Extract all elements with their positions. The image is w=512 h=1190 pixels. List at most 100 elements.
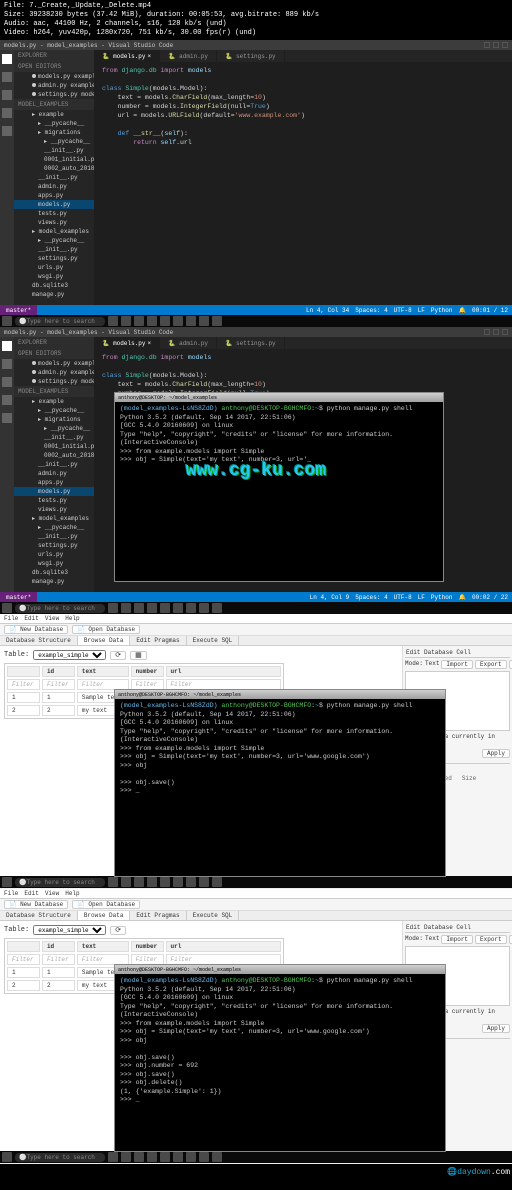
cell[interactable]: 1	[7, 967, 40, 978]
new-record-icon[interactable]: ▦	[130, 651, 147, 660]
close-button[interactable]	[502, 329, 508, 335]
taskbar-app-icon[interactable]	[108, 877, 118, 887]
start-button[interactable]	[2, 316, 12, 326]
explorer-icon[interactable]	[2, 54, 12, 64]
tree-item[interactable]: db.sqlite3	[14, 568, 94, 577]
tree-item[interactable]: ▸ example	[14, 110, 94, 119]
menu-item[interactable]: Edit	[24, 890, 38, 897]
main-tab[interactable]: Execute SQL	[187, 636, 240, 645]
cell[interactable]: 2	[7, 705, 40, 716]
taskbar-app-icon[interactable]	[147, 603, 157, 613]
taskbar-search[interactable]: ⚪ Type here to search	[15, 878, 105, 887]
git-branch[interactable]: master*	[0, 305, 37, 315]
search-icon[interactable]	[2, 72, 12, 82]
debug-icon[interactable]	[2, 395, 12, 405]
tree-item[interactable]: ▸ __pycache__	[14, 119, 94, 128]
tree-item[interactable]: models.py	[14, 487, 94, 496]
terminal-body[interactable]: (model_examples-LsNS8ZdD) anthony@DESKTO…	[115, 974, 445, 1108]
window-titlebar[interactable]: models.py - model_examples - Visual Stud…	[0, 40, 512, 50]
main-tab[interactable]: Edit Pragmas	[130, 636, 186, 645]
language-indicator[interactable]: Python	[431, 307, 453, 314]
taskbar-app-icon[interactable]	[199, 316, 209, 326]
table-select[interactable]: example_simple	[33, 650, 106, 660]
cursor-position[interactable]: Ln 4, Col 9	[310, 594, 350, 601]
task-view-icon[interactable]	[108, 603, 118, 613]
export-button[interactable]: Export	[475, 935, 507, 944]
toolbar-button[interactable]: 📄 New Database	[4, 625, 68, 634]
minimize-button[interactable]	[484, 329, 490, 335]
terminal-titlebar[interactable]: anthony@DESKTOP-BGHCMFO: ~/model_example…	[115, 965, 445, 974]
search-icon[interactable]	[2, 359, 12, 369]
col-header[interactable]	[7, 666, 40, 677]
filter-input[interactable]: Filter	[42, 679, 75, 690]
tree-item[interactable]: ▸ __pycache__	[14, 424, 94, 433]
filter-input[interactable]: Filter	[7, 679, 40, 690]
terminal-window[interactable]: anthony@DESKTOP-BGHCMFO: ~/model_example…	[114, 964, 446, 1152]
tree-item[interactable]: manage.py	[14, 290, 94, 299]
col-header[interactable]: text	[77, 941, 129, 952]
mode-value[interactable]: Text	[425, 660, 439, 669]
taskbar-app-icon[interactable]	[160, 316, 170, 326]
start-button[interactable]	[2, 1152, 12, 1162]
taskbar-app-icon[interactable]	[134, 877, 144, 887]
tree-item[interactable]: views.py	[14, 505, 94, 514]
tree-item[interactable]: 0002_auto_20180313_1...	[14, 164, 94, 173]
tree-item[interactable]: __init__.py	[14, 460, 94, 469]
editor-tab[interactable]: 🐍 settings.py	[217, 50, 285, 62]
tree-item[interactable]: ▸ migrations	[14, 128, 94, 137]
taskbar-app-icon[interactable]	[173, 316, 183, 326]
language-indicator[interactable]: Python	[431, 594, 453, 601]
tree-item[interactable]: admin.py	[14, 469, 94, 478]
tree-item[interactable]: admin.py	[14, 182, 94, 191]
table-select[interactable]: example_simple	[33, 925, 106, 935]
taskbar-app-icon[interactable]	[186, 603, 196, 613]
editor-tab[interactable]: 🐍 admin.py	[160, 337, 217, 349]
menu-item[interactable]: Help	[65, 615, 79, 622]
main-tab[interactable]: Database Structure	[0, 636, 78, 645]
tree-item[interactable]: db.sqlite3	[14, 281, 94, 290]
cell[interactable]: 2	[7, 980, 40, 991]
extensions-icon[interactable]	[2, 413, 12, 423]
open-editor-item[interactable]: admin.py example	[14, 81, 94, 90]
tree-item[interactable]: 0001_initial.py	[14, 155, 94, 164]
taskbar-app-icon[interactable]	[147, 877, 157, 887]
taskbar-app-icon[interactable]	[173, 877, 183, 887]
filter-input[interactable]: Filter	[42, 954, 75, 965]
tree-item[interactable]: ▸ __pycache__	[14, 406, 94, 415]
encoding-indicator[interactable]: UTF-8	[394, 594, 412, 601]
taskbar-app-icon[interactable]	[160, 877, 170, 887]
taskbar-app-icon[interactable]	[199, 603, 209, 613]
open-editor-item[interactable]: models.py example	[14, 72, 94, 81]
taskbar-app-icon[interactable]	[121, 1152, 131, 1162]
taskbar-app-icon[interactable]	[147, 316, 157, 326]
apply-button[interactable]: Apply	[482, 1024, 510, 1033]
main-tab[interactable]: Edit Pragmas	[130, 911, 186, 920]
terminal-titlebar[interactable]: anthony@DESKTOP: ~/model_examples	[115, 393, 443, 402]
menu-item[interactable]: File	[4, 615, 18, 622]
tree-item[interactable]: wsgi.py	[14, 559, 94, 568]
tree-item[interactable]: wsgi.py	[14, 272, 94, 281]
filter-input[interactable]: Filter	[7, 954, 40, 965]
col-header[interactable]: number	[131, 666, 164, 677]
taskbar-app-icon[interactable]	[134, 316, 144, 326]
toolbar-button[interactable]: 📄 Open Database	[72, 625, 140, 634]
menu-item[interactable]: Help	[65, 890, 79, 897]
tree-item[interactable]: models.py	[14, 200, 94, 209]
taskbar-app-icon[interactable]	[134, 603, 144, 613]
refresh-icon[interactable]: ⟳	[110, 926, 126, 935]
col-header[interactable]: id	[42, 666, 75, 677]
taskbar-app-icon[interactable]	[108, 1152, 118, 1162]
col-header[interactable]	[7, 941, 40, 952]
taskbar-app-icon[interactable]	[173, 1152, 183, 1162]
terminal-window[interactable]: anthony@DESKTOP: ~/model_examples (model…	[114, 392, 444, 582]
editor-tab[interactable]: 🐍 settings.py	[217, 337, 285, 349]
notifications-icon[interactable]: 🔔	[459, 307, 466, 314]
open-editor-item[interactable]: admin.py example	[14, 368, 94, 377]
tree-item[interactable]: __init__.py	[14, 532, 94, 541]
cell[interactable]: 2	[42, 980, 75, 991]
tree-item[interactable]: urls.py	[14, 263, 94, 272]
set-null-button[interactable]: Set as NULL	[509, 660, 512, 669]
taskbar-app-icon[interactable]	[186, 316, 196, 326]
import-button[interactable]: Import	[441, 660, 473, 669]
git-branch[interactable]: master*	[0, 592, 37, 602]
